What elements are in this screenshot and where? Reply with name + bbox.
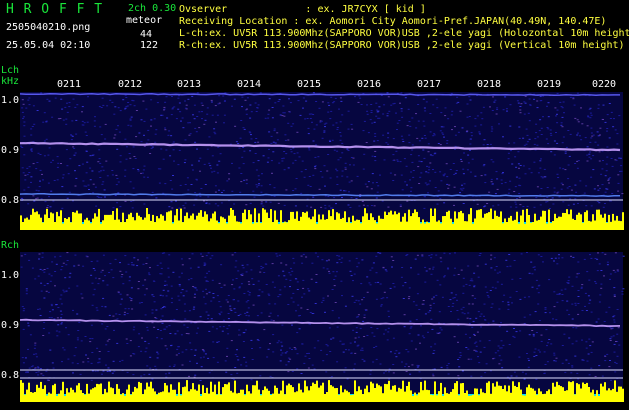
time-tick: 0212 bbox=[118, 79, 143, 90]
time-tick: 0214 bbox=[237, 79, 262, 90]
lch-tick-0.9: 0.9 bbox=[1, 145, 20, 156]
time-tick: 0216 bbox=[357, 79, 382, 90]
lch-tick-0.8: 0.8 bbox=[1, 195, 20, 206]
time-tick: 0220 bbox=[592, 79, 617, 90]
time-tick: 0217 bbox=[417, 79, 442, 90]
time-tick: 0215 bbox=[297, 79, 322, 90]
rch-tick-0.8: 0.8 bbox=[1, 370, 20, 381]
hroft-spectrogram-window: H R O F F T 2ch 0.30 meteor 2505040210.p… bbox=[0, 0, 629, 410]
spectrogram-canvas bbox=[19, 92, 625, 402]
time-tick: 0218 bbox=[477, 79, 502, 90]
time-tick: 0213 bbox=[177, 79, 202, 90]
time-tick: 0211 bbox=[57, 79, 82, 90]
lch-tick-1.0: 1.0 bbox=[1, 95, 20, 106]
time-tick: 0219 bbox=[537, 79, 562, 90]
lch-label: Lch bbox=[1, 65, 20, 76]
rch-tick-1.0: 1.0 bbox=[1, 270, 20, 281]
rch-spectrogram-panel bbox=[19, 252, 625, 402]
lch-unit: kHz bbox=[1, 76, 20, 87]
lch-spectrogram-panel bbox=[19, 92, 624, 230]
rch-label: Rch bbox=[1, 240, 20, 251]
rch-tick-0.9: 0.9 bbox=[1, 320, 20, 331]
